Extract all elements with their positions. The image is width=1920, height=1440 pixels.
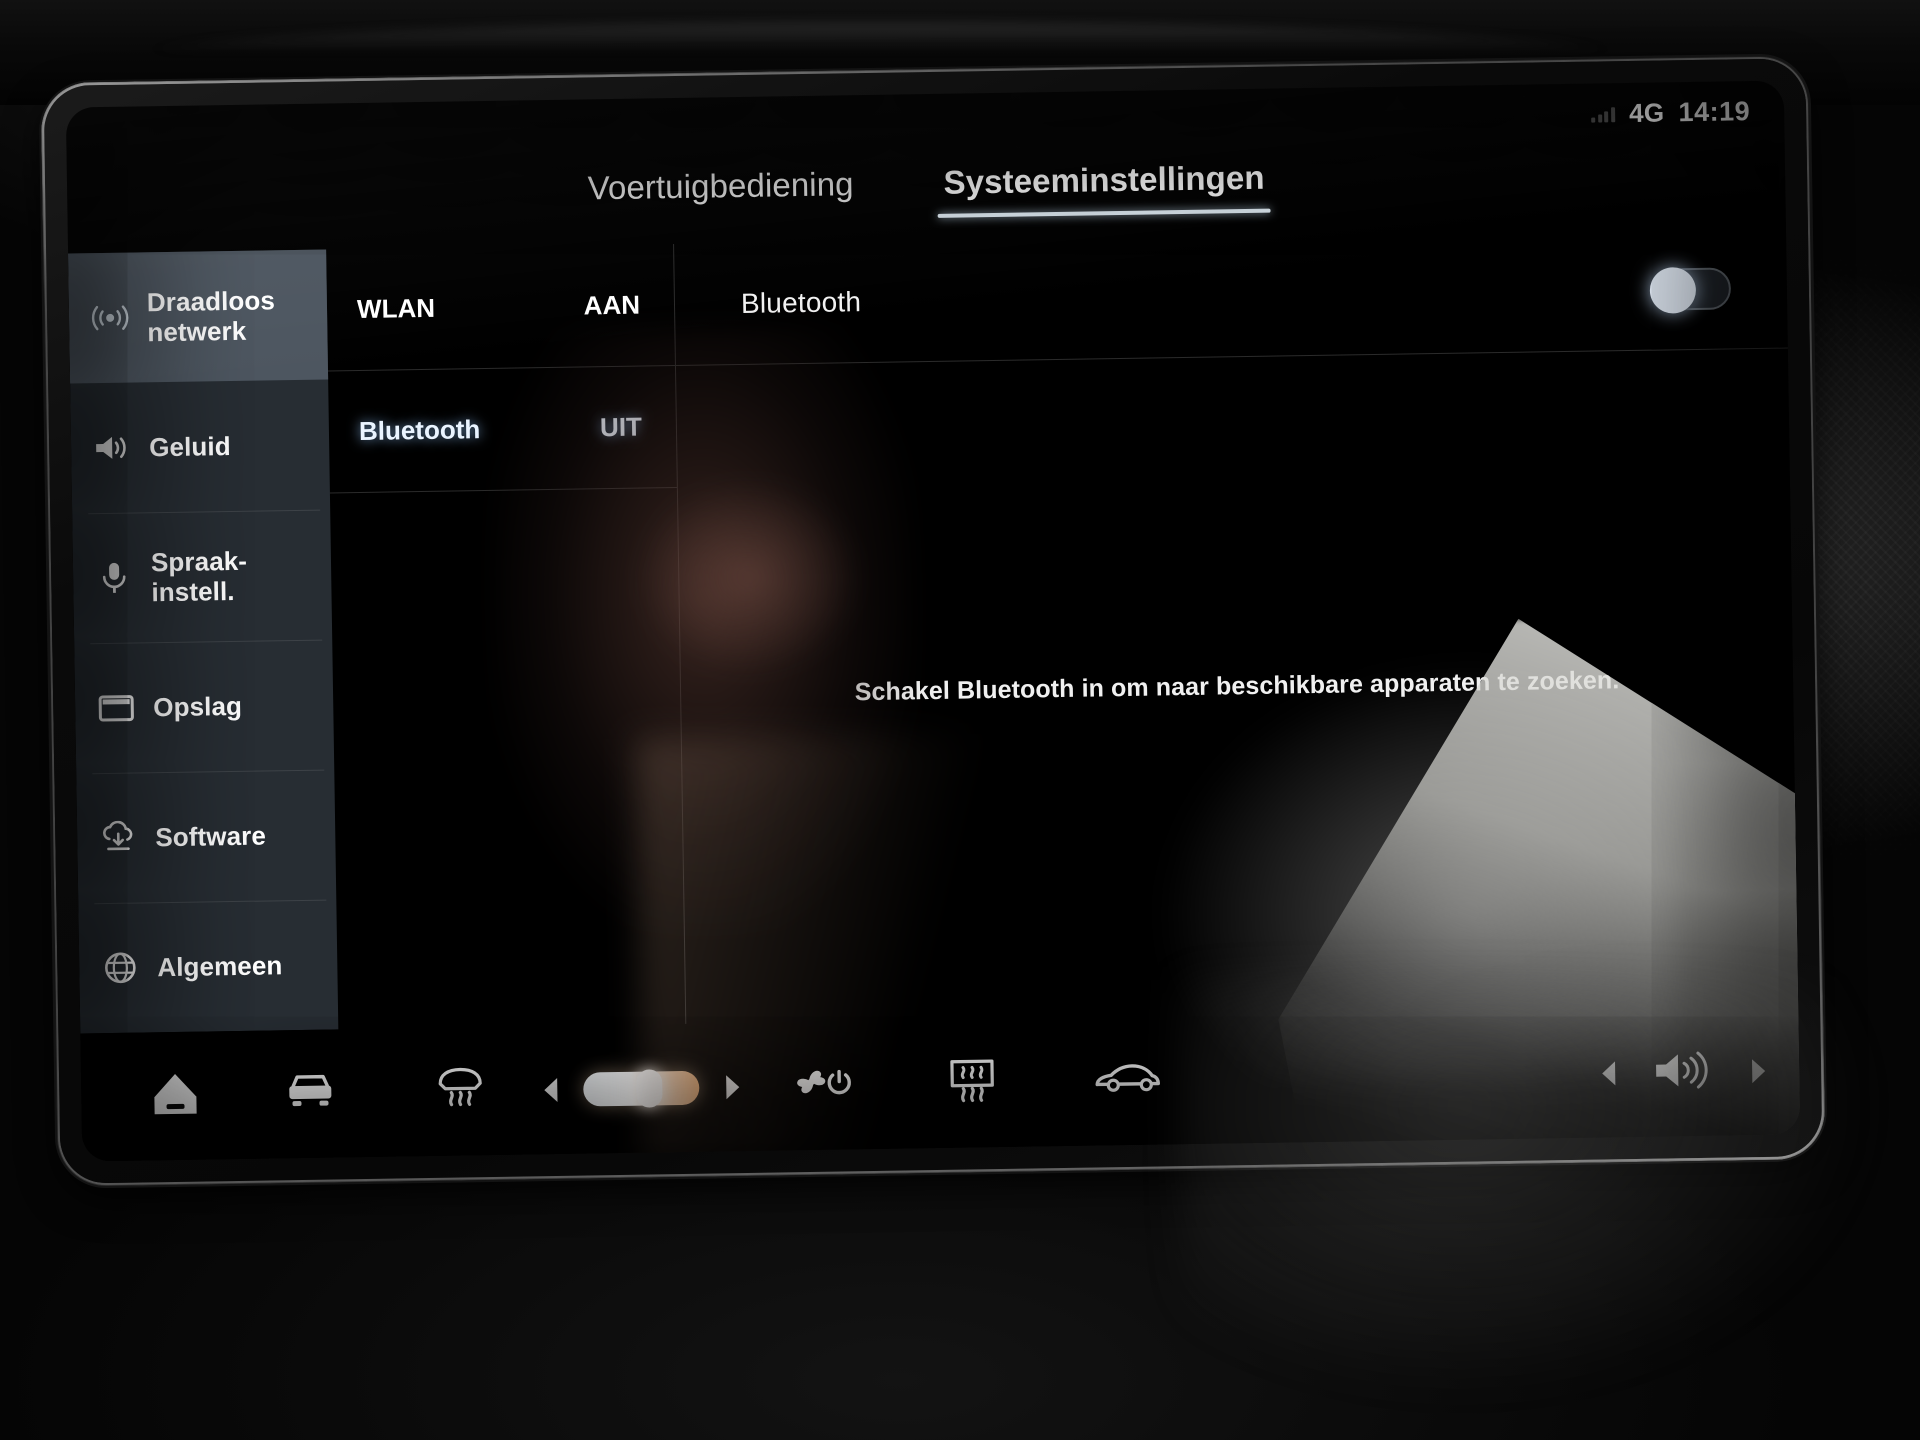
car-front-icon	[281, 1068, 340, 1120]
signal-bars-icon	[1591, 105, 1616, 123]
sidebar-item-label: Opslag	[153, 690, 243, 723]
volume-control-group	[1573, 1045, 1774, 1099]
tab-system-settings[interactable]: Systeeminstellingen	[937, 155, 1271, 220]
bluetooth-empty-state: Schakel Bluetooth in om naar beschikbare…	[676, 349, 1798, 1024]
fan-power-icon	[789, 1059, 856, 1113]
sidebar-item-label: Spraak-instell.	[150, 545, 248, 608]
car-dashboard-photo: 4G 14:19 Voertuigbediening Systeeminstel…	[0, 0, 1920, 1440]
arrow-right-icon	[1747, 1056, 1769, 1086]
sidebar-item-sound[interactable]: Geluid	[70, 379, 330, 513]
globe-icon	[99, 949, 142, 986]
bluetooth-toggle[interactable]	[1649, 266, 1732, 314]
toggle-knob	[1649, 266, 1697, 314]
network-row-bluetooth[interactable]: Bluetooth UIT	[328, 366, 677, 494]
cloud-download-icon	[97, 820, 140, 855]
sidebar-item-label: Algemeen	[157, 950, 283, 983]
storage-icon	[95, 692, 137, 725]
front-defrost-icon	[432, 1063, 489, 1121]
infotainment-screen-bezel: 4G 14:19 Voertuigbediening Systeeminstel…	[43, 58, 1823, 1184]
arrow-left-icon	[1597, 1058, 1619, 1088]
bluetooth-header-row: Bluetooth	[674, 226, 1788, 367]
temperature-slider[interactable]	[583, 1069, 700, 1108]
vehicle-side-button[interactable]	[1047, 1057, 1208, 1105]
clock-label: 14:19	[1678, 95, 1751, 127]
volume-up-button[interactable]	[1743, 1052, 1774, 1090]
network-state: UIT	[599, 411, 643, 443]
front-defrost-button[interactable]	[385, 1062, 536, 1121]
rear-defrost-icon	[945, 1055, 1000, 1113]
vehicle-front-button[interactable]	[235, 1067, 386, 1120]
sidebar-item-software[interactable]: Software	[76, 769, 336, 903]
speaker-icon	[91, 432, 133, 465]
bluetooth-empty-message: Schakel Bluetooth in om naar beschikbare…	[854, 665, 1620, 706]
temperature-increase-button[interactable]	[717, 1068, 748, 1106]
network-type-label: 4G	[1628, 96, 1665, 128]
car-side-icon	[1091, 1058, 1164, 1104]
bluetooth-title: Bluetooth	[740, 285, 862, 319]
wireless-network-icon	[89, 303, 131, 334]
bluetooth-detail-panel: Bluetooth Schakel Bluetooth in om naar b…	[674, 226, 1798, 1024]
climate-control-bar	[80, 1006, 1801, 1162]
sidebar-item-voice-settings[interactable]: Spraak-instell.	[72, 509, 332, 643]
tab-vehicle-controls[interactable]: Voertuigbediening	[581, 161, 860, 225]
sidebar-item-general[interactable]: Algemeen	[78, 899, 338, 1033]
microphone-icon	[93, 560, 136, 597]
temperature-decrease-button[interactable]	[535, 1071, 566, 1109]
network-name: WLAN	[356, 292, 436, 325]
sidebar-item-label: Geluid	[148, 430, 231, 463]
volume-button[interactable]	[1651, 1046, 1716, 1098]
network-state: AAN	[583, 289, 641, 321]
speaker-volume-icon	[1651, 1046, 1716, 1098]
arrow-right-icon	[721, 1072, 743, 1102]
rear-defrost-button[interactable]	[897, 1054, 1048, 1113]
sidebar-item-label: Software	[155, 820, 267, 853]
temperature-slider-knob[interactable]	[636, 1069, 663, 1108]
sidebar-item-storage[interactable]: Opslag	[74, 639, 334, 773]
network-row-wlan[interactable]: WLAN AAN	[326, 244, 675, 372]
sidebar-item-label: Draadloos netwerk	[146, 285, 276, 348]
settings-body: Draadloos netwerk Geluid Spraak-instell.…	[68, 226, 1798, 1034]
volume-down-button[interactable]	[1593, 1054, 1624, 1092]
home-button[interactable]	[115, 1068, 236, 1125]
sidebar-item-wireless-network[interactable]: Draadloos netwerk	[68, 249, 329, 384]
infotainment-display: 4G 14:19 Voertuigbediening Systeeminstel…	[65, 80, 1801, 1162]
settings-sidebar: Draadloos netwerk Geluid Spraak-instell.…	[68, 249, 339, 1034]
arrow-left-icon	[539, 1075, 561, 1105]
home-icon	[148, 1068, 203, 1124]
network-name: Bluetooth	[358, 414, 481, 446]
fan-power-button[interactable]	[747, 1058, 898, 1113]
network-type-list: WLAN AAN Bluetooth UIT	[326, 244, 687, 1030]
